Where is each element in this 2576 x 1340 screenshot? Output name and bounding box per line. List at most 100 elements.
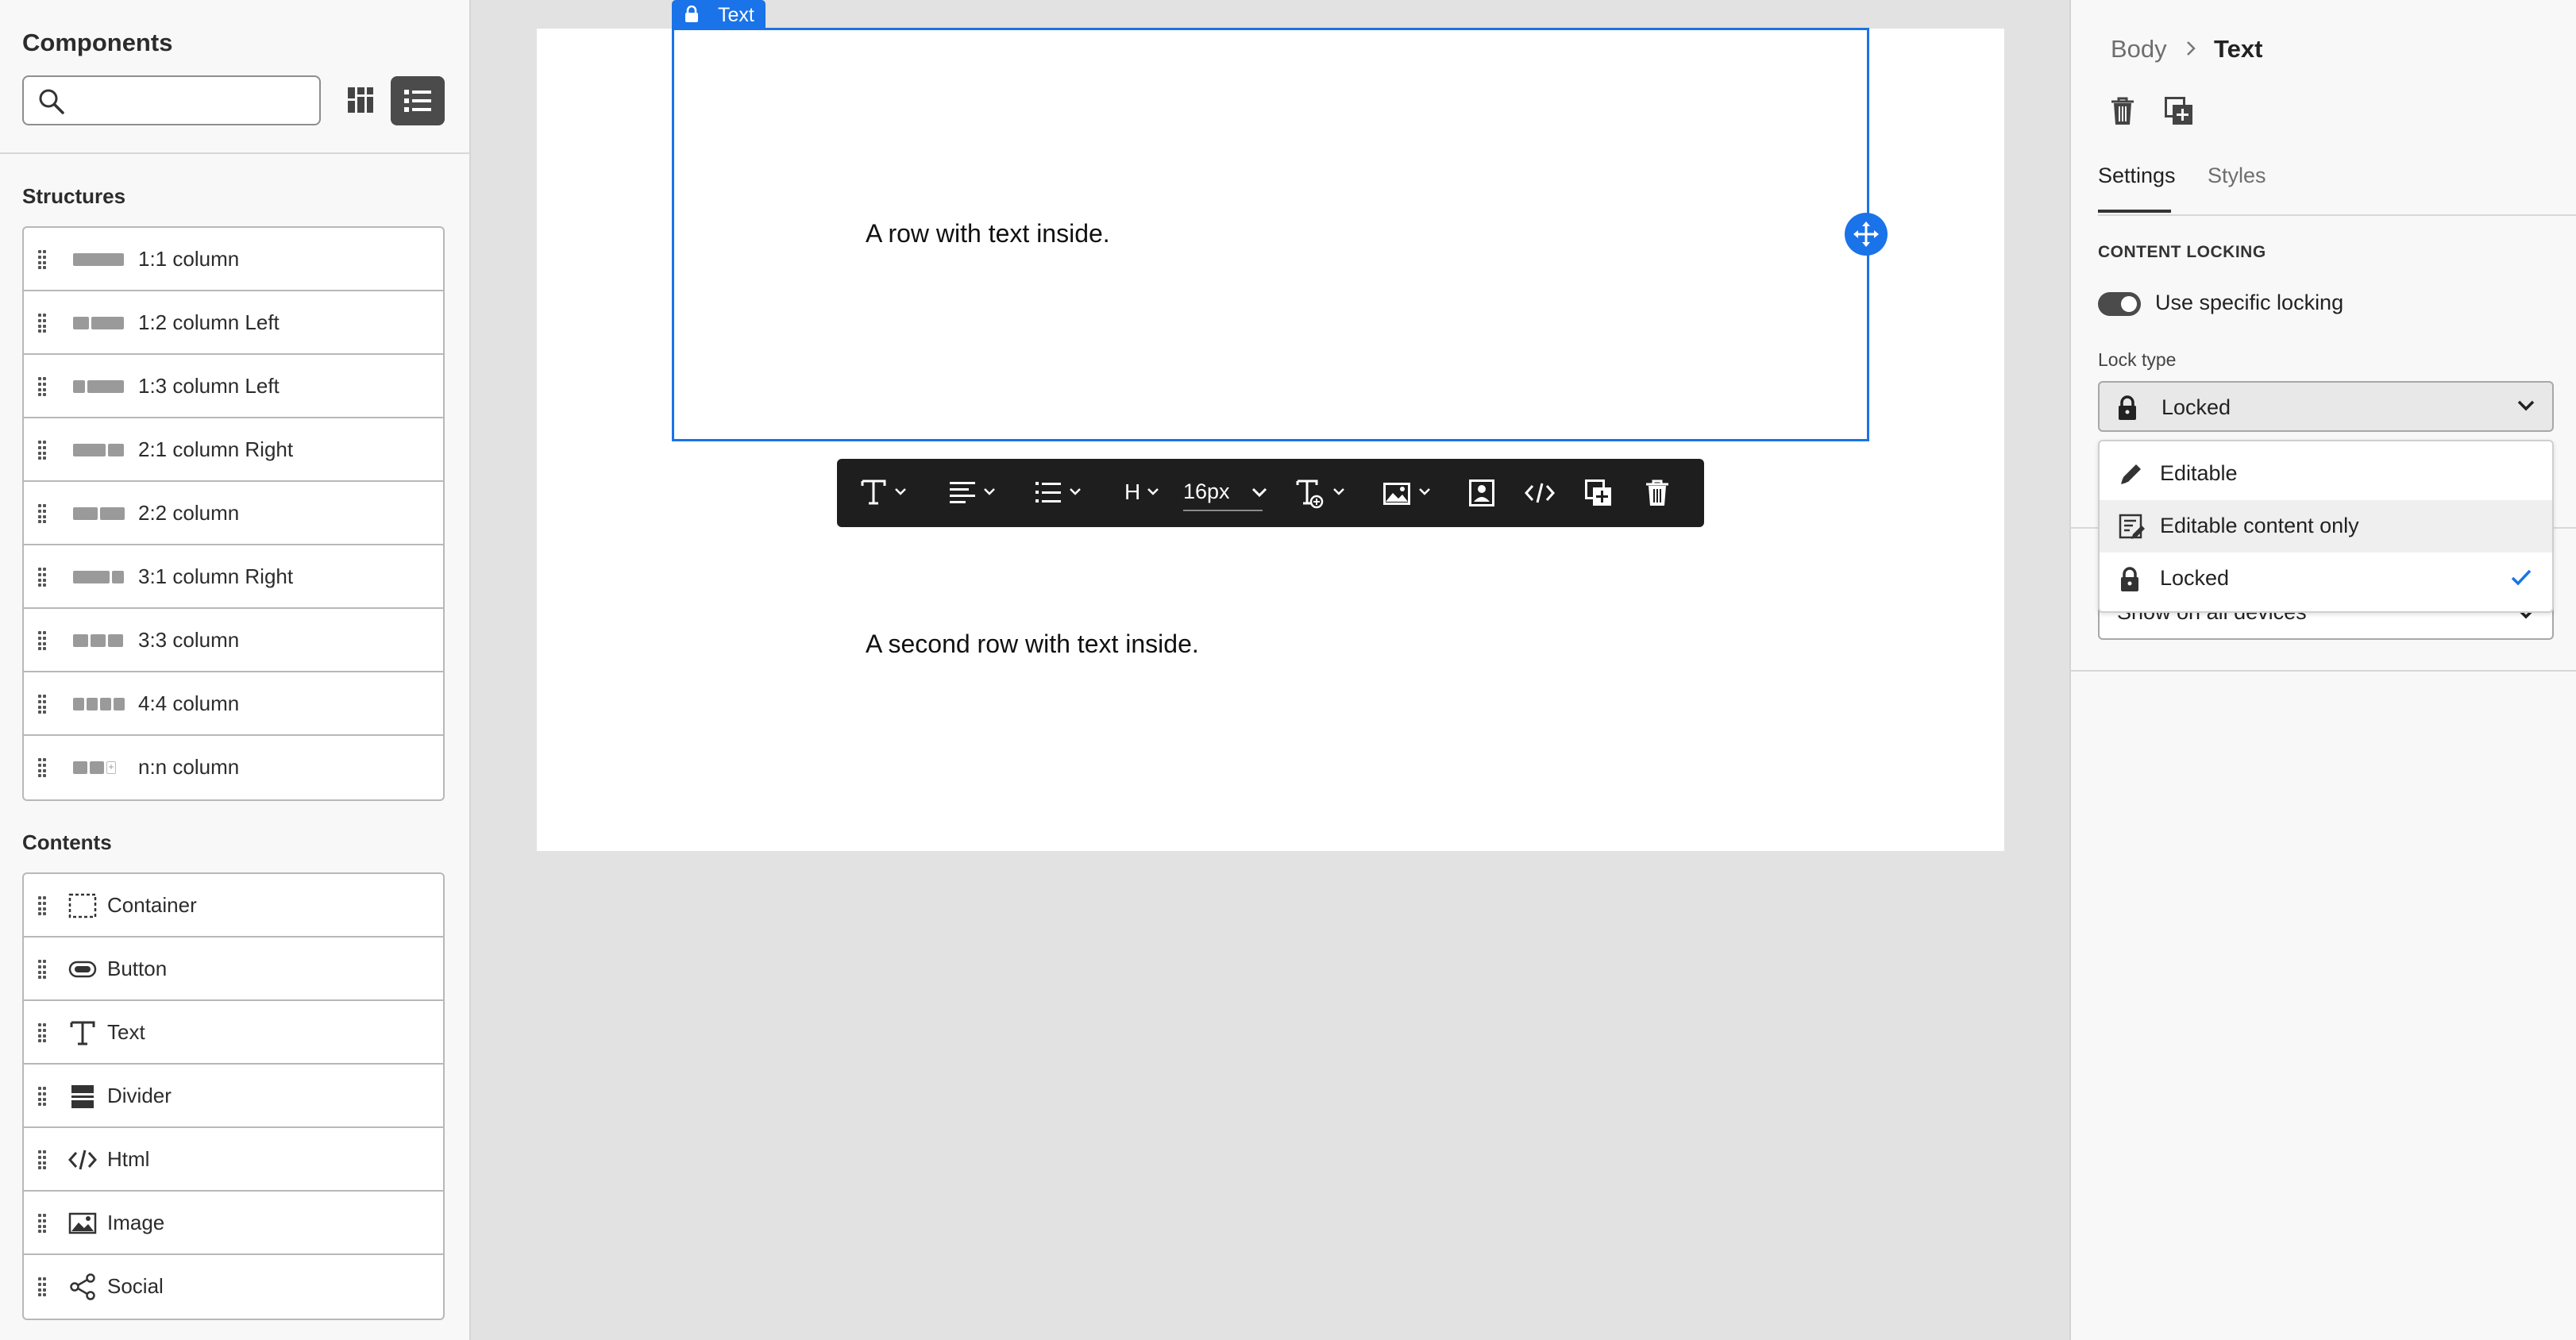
text-personalization-button[interactable] bbox=[1296, 459, 1348, 527]
heading-label: H bbox=[1124, 479, 1141, 504]
lock-option-editable[interactable]: Editable bbox=[2100, 448, 2552, 500]
list-button[interactable] bbox=[1035, 459, 1088, 527]
align-button[interactable] bbox=[950, 459, 1002, 527]
content-item-container[interactable]: Container bbox=[24, 874, 443, 938]
move-handle[interactable] bbox=[1845, 213, 1888, 256]
content-item-html[interactable]: Html bbox=[24, 1128, 443, 1192]
grid-view-button[interactable] bbox=[337, 76, 384, 124]
heading-button[interactable]: H bbox=[1124, 459, 1167, 527]
drag-handle-icon[interactable] bbox=[38, 1023, 46, 1042]
drag-handle-icon[interactable] bbox=[38, 1087, 46, 1106]
lock-option-locked[interactable]: Locked bbox=[2100, 553, 2552, 605]
content-locking-heading: CONTENT LOCKING bbox=[2098, 243, 2266, 261]
structure-label: 3:1 column Right bbox=[138, 564, 294, 588]
drag-handle-icon[interactable] bbox=[38, 896, 46, 915]
drag-handle-icon[interactable] bbox=[38, 1214, 46, 1233]
text-icon bbox=[861, 479, 886, 505]
structure-item[interactable]: 4:4 column bbox=[24, 672, 443, 736]
column-layout-icon bbox=[73, 253, 127, 266]
structure-item[interactable]: 2:2 column bbox=[24, 482, 443, 545]
structures-list: 1:1 column 1:2 column Left 1:3 column Left… bbox=[22, 226, 445, 801]
insert-image-button[interactable] bbox=[1383, 459, 1436, 527]
button-icon bbox=[68, 961, 97, 978]
column-layout-icon bbox=[73, 317, 127, 329]
content-label: Image bbox=[107, 1211, 165, 1234]
structure-item[interactable]: 3:1 column Right bbox=[24, 545, 443, 609]
lock-icon bbox=[2121, 567, 2138, 591]
content-item-text[interactable]: Text bbox=[24, 1001, 443, 1065]
structure-label: 2:1 column Right bbox=[138, 437, 294, 461]
row-text-2[interactable]: A second row with text inside. bbox=[866, 630, 1199, 659]
content-item-button[interactable]: Button bbox=[24, 938, 443, 1001]
structure-item[interactable]: 1:3 column Left bbox=[24, 355, 443, 418]
lock-type-value: Locked bbox=[2161, 395, 2231, 419]
tab-styles[interactable]: Styles bbox=[2208, 164, 2266, 188]
row-text-1[interactable]: A row with text inside. bbox=[866, 219, 1110, 248]
drag-handle-icon[interactable] bbox=[38, 1277, 46, 1296]
components-title: Components bbox=[22, 29, 173, 56]
image-icon bbox=[1383, 483, 1410, 505]
specific-locking-toggle[interactable] bbox=[2098, 292, 2141, 316]
drag-handle-icon[interactable] bbox=[38, 441, 46, 460]
chevron-down-icon bbox=[1251, 487, 1267, 497]
settings-tabs: Settings Styles bbox=[2098, 159, 2576, 216]
duplicate-icon bbox=[2165, 97, 2192, 125]
drag-handle-icon[interactable] bbox=[38, 960, 46, 979]
list-view-button[interactable] bbox=[391, 76, 445, 125]
components-panel: Components Structures 1:1 column 1:2 colu… bbox=[0, 0, 471, 1340]
drag-handle-icon[interactable] bbox=[38, 758, 46, 777]
drag-handle-icon[interactable] bbox=[38, 631, 46, 650]
delete-component-button[interactable] bbox=[2111, 97, 2142, 130]
drag-handle-icon[interactable] bbox=[38, 1150, 46, 1169]
duplicate-component-button[interactable] bbox=[2165, 97, 2196, 130]
content-label: Html bbox=[107, 1147, 150, 1171]
structure-item[interactable]: + n:n column bbox=[24, 736, 443, 799]
chevron-right-icon bbox=[2187, 41, 2196, 56]
content-label: Divider bbox=[107, 1084, 172, 1107]
structure-item[interactable]: 1:2 column Left bbox=[24, 291, 443, 355]
content-item-image[interactable]: Image bbox=[24, 1192, 443, 1255]
trash-icon bbox=[2111, 97, 2134, 125]
drag-handle-icon[interactable] bbox=[38, 314, 46, 333]
text-style-button[interactable] bbox=[861, 459, 913, 527]
drag-handle-icon[interactable] bbox=[38, 504, 46, 523]
lock-option-label: Editable bbox=[2160, 461, 2238, 485]
code-icon bbox=[1525, 483, 1555, 503]
structure-label: 1:2 column Left bbox=[138, 310, 280, 334]
drag-handle-icon[interactable] bbox=[38, 568, 46, 587]
structure-item[interactable]: 3:3 column bbox=[24, 609, 443, 672]
column-layout-icon bbox=[73, 507, 127, 520]
pencil-icon bbox=[2121, 464, 2141, 484]
active-tab-indicator bbox=[2098, 210, 2171, 213]
structure-item[interactable]: 1:1 column bbox=[24, 228, 443, 291]
tab-settings[interactable]: Settings bbox=[2098, 164, 2176, 188]
breadcrumb-parent[interactable]: Body bbox=[2111, 35, 2167, 63]
properties-panel: Body Text Settings Styles CONTENT LOCKIN… bbox=[2069, 0, 2576, 1340]
move-icon bbox=[1853, 221, 1879, 247]
font-size-dropdown[interactable] bbox=[1247, 459, 1271, 527]
content-item-social[interactable]: Social bbox=[24, 1255, 443, 1319]
column-layout-icon: + bbox=[73, 761, 127, 774]
email-canvas bbox=[537, 29, 2004, 851]
column-layout-icon bbox=[73, 380, 127, 393]
search-input[interactable] bbox=[22, 75, 321, 125]
content-item-divider[interactable]: Divider bbox=[24, 1065, 443, 1128]
lock-option-editable-content-only[interactable]: Editable content only bbox=[2100, 500, 2552, 553]
insert-asset-button[interactable] bbox=[1469, 459, 1501, 527]
chevron-down-icon bbox=[2517, 400, 2535, 411]
font-size-value: 16px bbox=[1183, 479, 1230, 503]
lock-option-label: Locked bbox=[2160, 566, 2230, 590]
drag-handle-icon[interactable] bbox=[38, 377, 46, 396]
code-button[interactable] bbox=[1525, 459, 1560, 527]
edit-content-icon bbox=[2119, 514, 2145, 539]
drag-handle-icon[interactable] bbox=[38, 695, 46, 714]
structure-item[interactable]: 2:1 column Right bbox=[24, 418, 443, 482]
column-layout-icon bbox=[73, 634, 127, 647]
breadcrumb-current: Text bbox=[2214, 35, 2263, 63]
duplicate-button[interactable] bbox=[1585, 459, 1617, 527]
specific-locking-label: Use specific locking bbox=[2155, 291, 2344, 314]
lock-type-select[interactable]: Locked bbox=[2098, 381, 2554, 432]
lock-type-menu: Editable Editable content only Locked bbox=[2098, 440, 2554, 613]
delete-button[interactable] bbox=[1645, 459, 1677, 527]
drag-handle-icon[interactable] bbox=[38, 250, 46, 269]
